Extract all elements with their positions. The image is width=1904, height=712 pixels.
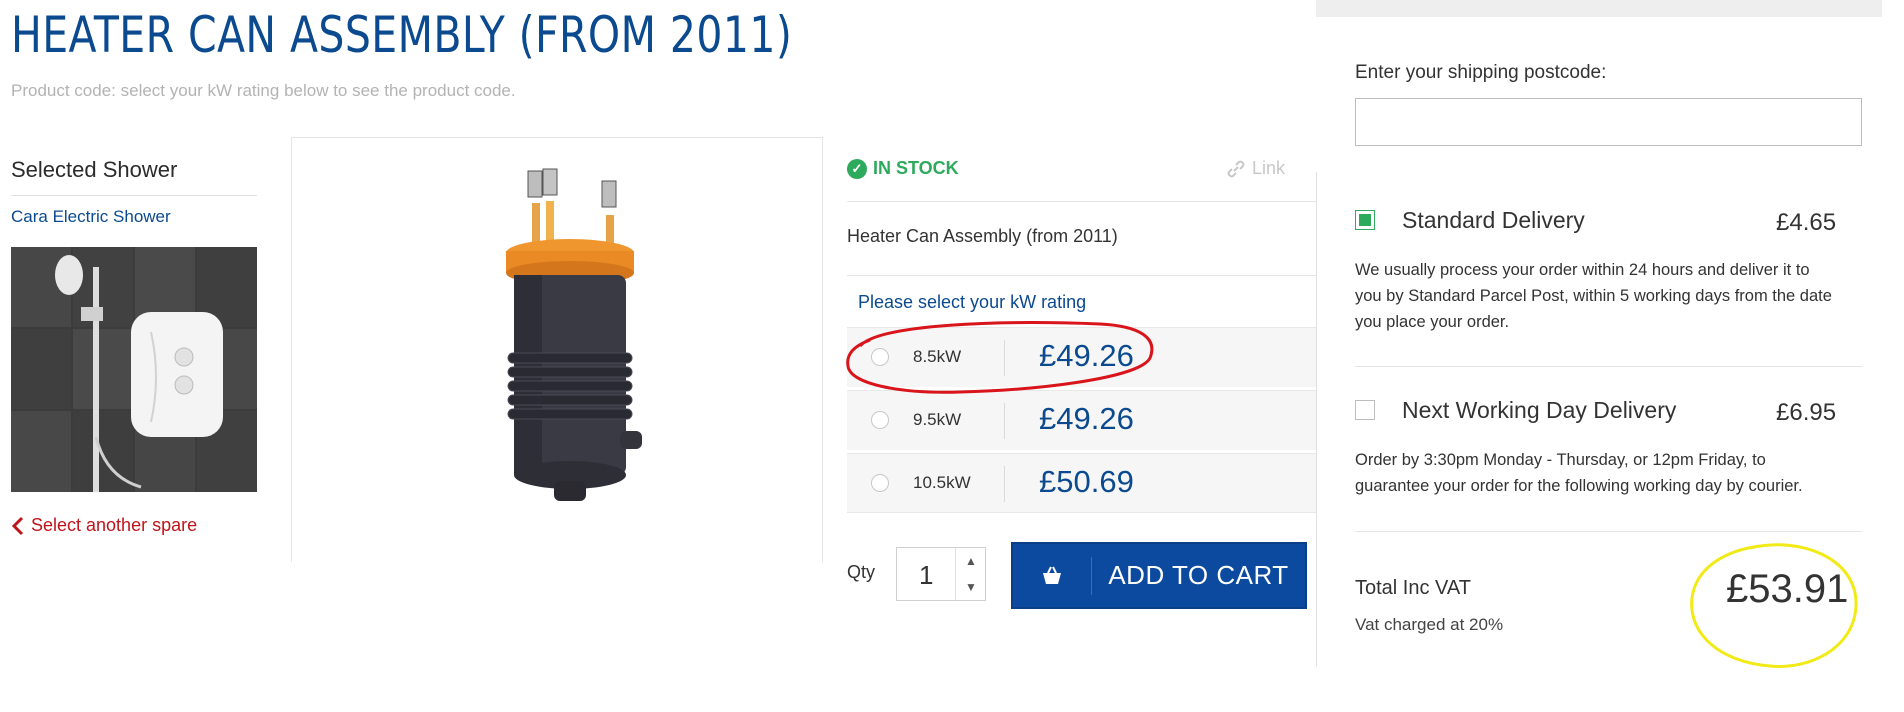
divider: [1004, 403, 1005, 439]
back-link-label: Select another spare: [31, 515, 198, 535]
link-icon: [1227, 160, 1245, 177]
product-image[interactable]: [470, 163, 670, 525]
standard-delivery-name: Standard Delivery: [1402, 207, 1585, 233]
postcode-label: Enter your shipping postcode:: [1355, 62, 1607, 83]
check-circle-icon: ✓: [847, 158, 867, 179]
qty-spinner[interactable]: ▲ ▼: [955, 548, 986, 600]
chevron-down-icon[interactable]: ▼: [956, 574, 986, 600]
vat-note: Vat charged at 20%: [1355, 615, 1504, 634]
select-another-spare-link[interactable]: Select another spare: [11, 515, 197, 536]
next-day-delivery-price: £6.95: [1776, 399, 1837, 426]
divider: [11, 195, 257, 196]
stock-status-label: IN STOCK: [873, 158, 959, 178]
yellow-annotation-circle: [1690, 543, 1858, 668]
kw-option-price: £50.69: [1039, 464, 1134, 499]
kw-radio[interactable]: [871, 411, 889, 429]
qty-label: Qty: [847, 562, 876, 582]
add-to-cart-label: ADD TO CART: [1108, 560, 1289, 590]
chevron-left-icon: [11, 516, 24, 535]
kw-option-row[interactable]: 10.5kW £50.69: [847, 453, 1316, 513]
panel-divider: [1316, 172, 1317, 667]
chevron-up-icon[interactable]: ▲: [956, 548, 986, 574]
standard-delivery-checkbox[interactable]: [1355, 210, 1375, 230]
product-name: Heater Can Assembly (from 2011): [847, 226, 1118, 246]
shower-image[interactable]: [11, 247, 257, 492]
kw-option-price: £49.26: [1039, 401, 1134, 436]
divider: [1004, 466, 1005, 502]
shopping-bag-icon: [1013, 556, 1092, 595]
next-day-delivery-name: Next Working Day Delivery: [1402, 397, 1677, 423]
stock-status: ✓ IN STOCK: [847, 158, 959, 179]
standard-delivery-description: We usually process your order within 24 …: [1355, 261, 1832, 331]
postcode-input[interactable]: [1355, 98, 1862, 146]
selected-shower-heading: Selected Shower: [11, 157, 178, 182]
kw-rating-prompt: Please select your kW rating: [858, 292, 1087, 312]
page-title: HEATER CAN ASSEMBLY (FROM 2011): [11, 6, 793, 64]
selected-shower-link[interactable]: Cara Electric Shower: [11, 207, 171, 227]
divider: [1355, 366, 1862, 367]
standard-delivery-price: £4.65: [1776, 209, 1837, 236]
product-code-hint: Product code: select your kW rating belo…: [11, 81, 516, 100]
kw-option-label: 9.5kW: [913, 410, 962, 429]
add-to-cart-button[interactable]: ADD TO CART: [1011, 542, 1307, 609]
next-day-delivery-description: Order by 3:30pm Monday - Thursday, or 12…: [1355, 451, 1803, 495]
quantity-stepper[interactable]: 1 ▲ ▼: [896, 547, 986, 601]
divider: [847, 201, 1316, 202]
total-label: Total Inc VAT: [1355, 577, 1471, 599]
product-link[interactable]: Link: [1226, 158, 1285, 179]
qty-value[interactable]: 1: [919, 560, 933, 591]
kw-radio[interactable]: [871, 474, 889, 492]
kw-option-label: 10.5kW: [913, 473, 971, 492]
divider: [847, 275, 1316, 276]
divider: [1355, 531, 1862, 532]
link-label: Link: [1252, 158, 1286, 178]
red-annotation-circle: [846, 321, 1154, 394]
panel-header-bar: [1316, 0, 1882, 17]
next-day-delivery-checkbox[interactable]: [1355, 400, 1375, 420]
